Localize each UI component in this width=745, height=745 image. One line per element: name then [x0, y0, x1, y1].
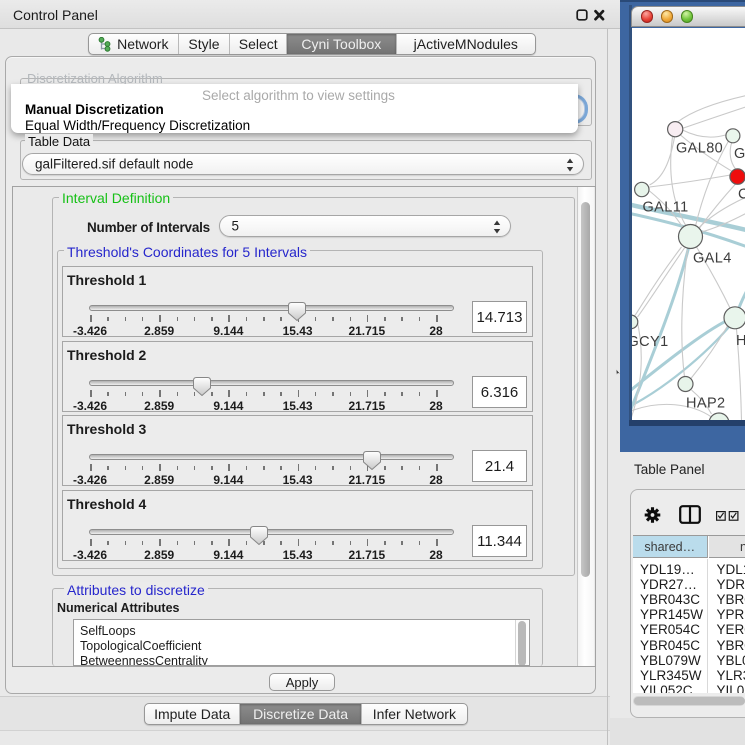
svg-text:HIS4: HIS4 — [736, 333, 745, 349]
svg-text:HAP2: HAP2 — [686, 396, 725, 412]
svg-text:GAL1: GAL1 — [734, 146, 745, 162]
svg-text:CYC8: CYC8 — [738, 187, 745, 203]
svg-text:GCY1: GCY1 — [632, 334, 669, 350]
svg-text:GAL80: GAL80 — [676, 141, 723, 157]
svg-text:GAL11: GAL11 — [642, 200, 688, 216]
svg-text:GAL4: GAL4 — [693, 251, 732, 267]
